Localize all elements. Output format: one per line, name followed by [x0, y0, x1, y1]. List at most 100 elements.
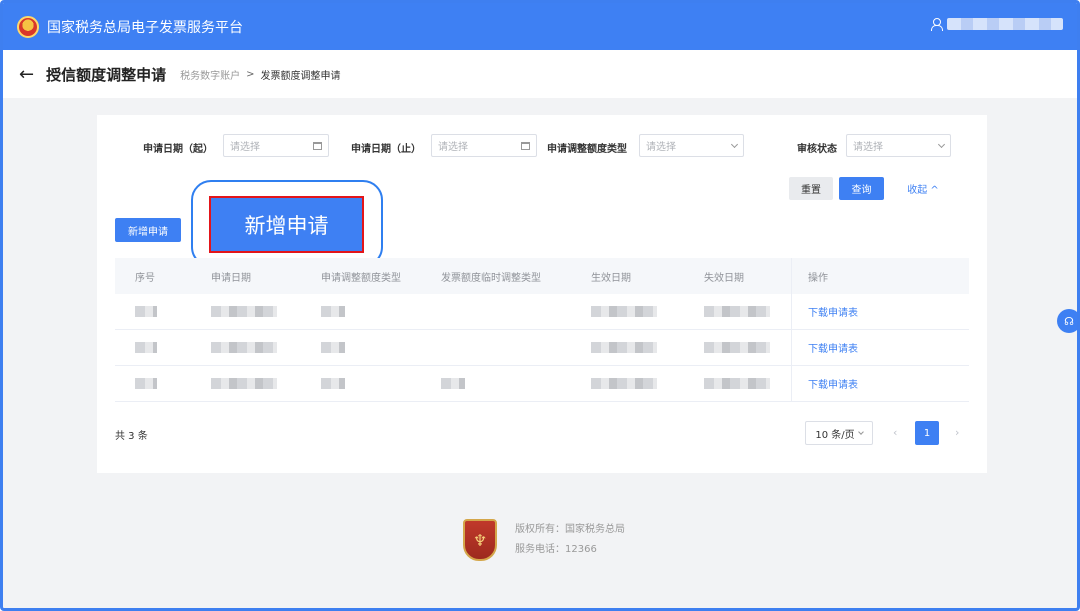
- cell-redacted: [313, 342, 433, 353]
- page-size-value: 10 条/页: [815, 429, 855, 441]
- redacted-value: [211, 378, 277, 389]
- chevron-down-icon: [937, 140, 946, 148]
- review-status-placeholder: 请选择: [853, 142, 883, 153]
- application-table: 序号 申请日期 申请调整额度类型 发票额度临时调整类型 生效日期 失效日期 操作…: [115, 258, 969, 402]
- footer-copyright: 版权所有：国家税务总局: [515, 524, 625, 535]
- redacted-value: [211, 306, 277, 317]
- chevron-down-icon: [730, 140, 739, 148]
- end-date-picker[interactable]: 请选择: [431, 134, 537, 157]
- adjust-type-select[interactable]: 请选择: [639, 134, 744, 157]
- callout-add-application-button[interactable]: 新增申请: [209, 196, 364, 253]
- breadcrumb-item-account[interactable]: 税务数字账户: [180, 67, 240, 82]
- app-frame: 国家税务总局电子发票服务平台 ← 授信额度调整申请 税务数字账户 > 发票额度调…: [0, 0, 1080, 611]
- cell-redacted: [583, 306, 696, 317]
- filter-label-adjust-type: 申请调整额度类型: [547, 144, 627, 155]
- redacted-value: [704, 306, 770, 317]
- redacted-value: [704, 342, 770, 353]
- table-header: 序号 申请日期 申请调整额度类型 发票额度临时调整类型 生效日期 失效日期 操作: [115, 258, 969, 294]
- table-row: 下载申请表: [115, 330, 969, 366]
- cell-redacted: [433, 378, 583, 389]
- collapse-button[interactable]: 收起 ^: [903, 177, 943, 200]
- user-name-redacted: [947, 18, 1063, 30]
- cell-redacted: [696, 342, 791, 353]
- cell-redacted: [696, 378, 791, 389]
- user-icon: [931, 18, 943, 31]
- breadcrumb-item-current: 发票额度调整申请: [260, 70, 341, 82]
- footer-text: 版权所有：国家税务总局 服务电话：12366: [515, 520, 625, 560]
- footer: ♆ 版权所有：国家税务总局 服务电话：12366: [463, 519, 625, 561]
- highlight-callout: 新增申请: [191, 180, 383, 267]
- cell-action: 下载申请表: [791, 294, 969, 329]
- help-icon[interactable]: ☊: [1057, 309, 1077, 333]
- redacted-value: [135, 378, 157, 389]
- start-date-picker[interactable]: 请选择: [223, 134, 329, 157]
- tax-logo-icon: [17, 15, 39, 38]
- page-number-current[interactable]: 1: [915, 421, 939, 445]
- cell-redacted: [115, 306, 203, 317]
- redacted-value: [135, 342, 157, 353]
- column-header: 生效日期: [591, 272, 631, 284]
- download-form-link[interactable]: 下载申请表: [808, 304, 858, 319]
- redacted-value: [211, 342, 277, 353]
- cell-redacted: [696, 306, 791, 317]
- content-card: 申请日期（起） 请选择 申请日期（止） 请选择 申请调整额度类型 请选择 审核状…: [97, 115, 987, 473]
- cell-redacted: [203, 306, 313, 317]
- app-title: 国家税务总局电子发票服务平台: [47, 19, 243, 36]
- page-size-select[interactable]: 10 条/页: [805, 421, 873, 445]
- cell-redacted: [203, 378, 313, 389]
- breadcrumb: 税务数字账户 > 发票额度调整申请: [180, 67, 340, 82]
- reset-button[interactable]: 重置: [789, 177, 833, 200]
- filter-label-start-date: 申请日期（起）: [143, 144, 213, 155]
- cell-redacted: [115, 378, 203, 389]
- filter-label-review-status: 审核状态: [797, 144, 837, 155]
- tax-emblem-icon: ♆: [463, 519, 497, 561]
- column-header: 操作: [791, 258, 969, 294]
- start-date-placeholder: 请选择: [230, 142, 260, 153]
- table-row: 下载申请表: [115, 366, 969, 402]
- cell-redacted: [313, 306, 433, 317]
- column-header: 申请日期: [211, 272, 251, 284]
- prev-page-button[interactable]: ‹: [893, 426, 897, 439]
- column-header: 申请调整额度类型: [321, 272, 401, 284]
- page-title: 授信额度调整申请: [46, 65, 167, 84]
- table-row: 下载申请表: [115, 294, 969, 330]
- cell-redacted: [583, 342, 696, 353]
- column-header: 失效日期: [704, 272, 744, 284]
- redacted-value: [591, 306, 657, 317]
- top-bar: 国家税务总局电子发票服务平台: [3, 3, 1077, 50]
- filter-label-end-date: 申请日期（止）: [351, 144, 421, 155]
- redacted-value: [321, 306, 345, 317]
- download-form-link[interactable]: 下载申请表: [808, 376, 858, 391]
- back-arrow-icon[interactable]: ←: [19, 64, 34, 85]
- review-status-select[interactable]: 请选择: [846, 134, 951, 157]
- cell-redacted: [313, 378, 433, 389]
- cell-redacted: [115, 342, 203, 353]
- cell-action: 下载申请表: [791, 366, 969, 401]
- download-form-link[interactable]: 下载申请表: [808, 340, 858, 355]
- breadcrumb-separator: >: [246, 68, 255, 80]
- redacted-value: [321, 378, 345, 389]
- total-count: 共 3 条: [115, 431, 148, 442]
- footer-phone: 服务电话：12366: [515, 544, 597, 555]
- query-button[interactable]: 查询: [839, 177, 884, 200]
- end-date-placeholder: 请选择: [438, 142, 468, 153]
- chevron-down-icon: [857, 428, 864, 435]
- calendar-icon: [521, 141, 530, 150]
- column-header: 发票额度临时调整类型: [441, 272, 541, 284]
- calendar-icon: [313, 141, 322, 150]
- adjust-type-placeholder: 请选择: [646, 142, 676, 153]
- redacted-value: [591, 378, 657, 389]
- cell-redacted: [583, 378, 696, 389]
- redacted-value: [704, 378, 770, 389]
- page-header: ← 授信额度调整申请 税务数字账户 > 发票额度调整申请: [3, 50, 1077, 98]
- column-header: 序号: [135, 272, 155, 284]
- cell-action: 下载申请表: [791, 330, 969, 365]
- next-page-button[interactable]: ›: [955, 426, 959, 439]
- redacted-value: [321, 342, 345, 353]
- cell-redacted: [203, 342, 313, 353]
- user-menu[interactable]: [931, 18, 1063, 31]
- redacted-value: [441, 378, 465, 389]
- add-application-button[interactable]: 新增申请: [115, 218, 181, 242]
- redacted-value: [135, 306, 157, 317]
- redacted-value: [591, 342, 657, 353]
